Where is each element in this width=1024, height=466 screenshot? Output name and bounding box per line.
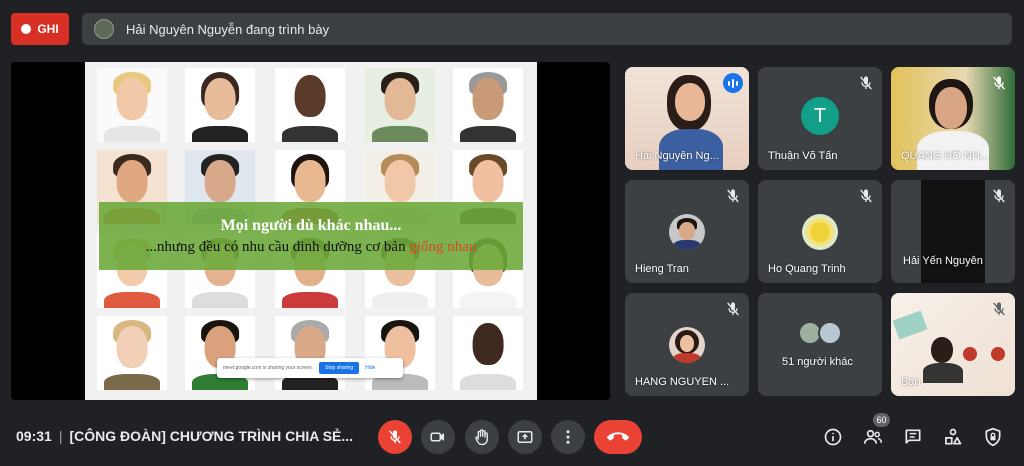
record-dot-icon — [21, 24, 32, 34]
chat-button[interactable] — [902, 426, 924, 448]
mic-off-icon — [993, 302, 1005, 316]
people-icon — [863, 429, 883, 444]
more-options-button[interactable] — [551, 420, 585, 454]
participant-name: Hải Yến Nguyễn — [903, 255, 983, 267]
participant-video-decor — [963, 347, 977, 361]
slide-caption-highlight: giống nhau — [409, 238, 477, 255]
participant-tile-hieng[interactable]: Hieng Tran — [625, 180, 749, 283]
record-label: GHI — [37, 22, 59, 36]
camera-toggle-button[interactable] — [421, 420, 455, 454]
slide-photo — [185, 68, 255, 142]
meeting-time: 09:31 — [16, 428, 52, 444]
participant-tile-thuan[interactable]: T Thuận Võ Tấn — [758, 67, 882, 170]
slide-caption-line2: ...nhưng đều có nhu cầu dinh dưỡng cơ bả… — [146, 239, 477, 256]
participant-video — [921, 180, 985, 283]
slide-photo — [453, 316, 523, 390]
participant-name: QUANG HỒ NH... — [901, 150, 990, 162]
mic-off-icon — [727, 302, 739, 316]
slide-photo — [275, 68, 345, 142]
participant-tile-others[interactable]: 51 người khác — [758, 293, 882, 396]
host-controls-icon — [985, 427, 1001, 447]
participant-video-face — [935, 87, 967, 129]
activities-icon — [945, 428, 962, 445]
participant-video-face — [931, 337, 953, 363]
participant-tile-hai-yen[interactable]: Hải Yến Nguyễn — [891, 180, 1015, 283]
mic-off-icon — [727, 189, 739, 203]
participant-tile-hai-nguyen[interactable]: Hải Nguyên Ng... — [625, 67, 749, 170]
others-avatar — [818, 321, 842, 345]
participant-avatar — [669, 327, 705, 363]
hangup-icon — [607, 432, 629, 441]
participant-video-decor — [991, 347, 1005, 361]
host-controls-button[interactable] — [982, 426, 1004, 448]
activities-button[interactable] — [942, 426, 964, 448]
slide-photo — [97, 316, 167, 390]
participant-name: HANG NGUYEN ... — [635, 376, 730, 388]
participant-avatar — [669, 214, 705, 250]
hide-notice-button[interactable]: Hide — [365, 365, 375, 371]
meeting-info-separator: | — [58, 428, 63, 444]
present-screen-button[interactable] — [508, 420, 542, 454]
camera-icon — [430, 432, 444, 442]
participant-name: Hải Nguyên Ng... — [635, 150, 719, 162]
slide-caption-line2-text: ...nhưng đều có nhu cầu dinh dưỡng cơ bả… — [145, 238, 410, 255]
slide-photo — [275, 316, 345, 390]
people-button[interactable] — [862, 426, 884, 448]
mic-off-icon — [993, 76, 1005, 90]
presenter-avatar — [94, 19, 114, 39]
flower-avatar-icon — [802, 214, 838, 250]
mic-toggle-button[interactable] — [378, 420, 412, 454]
speaking-indicator-icon — [723, 73, 743, 93]
info-icon — [824, 428, 842, 446]
slide-photo — [185, 316, 255, 390]
participant-name: Hieng Tran — [635, 263, 689, 275]
meeting-info: 09:31 | [CÔNG ĐOÀN] CHƯƠNG TRÌNH CHIA SẺ..… — [16, 428, 353, 444]
participant-video-body — [923, 363, 963, 383]
leave-call-button[interactable] — [594, 420, 642, 454]
participant-name: Thuận Võ Tấn — [768, 150, 838, 162]
slide-caption-banner: Mọi người dù khác nhau... ...nhưng đều c… — [99, 202, 523, 270]
slide-photo — [97, 68, 167, 142]
presenting-text: Hải Nguyên Nguyễn đang trình bày — [126, 21, 330, 37]
meeting-title: [CÔNG ĐOÀN] CHƯƠNG TRÌNH CHIA SẺ... — [69, 428, 354, 444]
present-screen-icon — [517, 431, 533, 443]
people-count-badge: 60 — [873, 413, 890, 427]
mic-off-icon — [993, 189, 1005, 203]
share-notice-text: meet.google.com is sharing your screen. — [223, 365, 314, 371]
slide-photo — [453, 68, 523, 142]
screen-share-notice: meet.google.com is sharing your screen. … — [217, 358, 403, 378]
participant-video-face — [675, 83, 705, 121]
participant-name: Ho Quang Trinh — [768, 263, 846, 275]
mic-off-icon — [860, 76, 872, 90]
presentation-stage[interactable]: Mọi người dù khác nhau... ...nhưng đều c… — [11, 62, 610, 400]
participant-tile-you[interactable]: Bạn — [891, 293, 1015, 396]
chat-icon — [905, 429, 921, 444]
participant-tile-ho-quang-trinh[interactable]: Ho Quang Trinh — [758, 180, 882, 283]
raise-hand-button[interactable] — [465, 420, 499, 454]
mic-off-icon — [860, 189, 872, 203]
participant-avatar: T — [801, 97, 839, 135]
raise-hand-icon — [475, 429, 488, 446]
more-vert-icon — [566, 430, 570, 444]
slide-photo — [365, 68, 435, 142]
presenting-bar: Hải Nguyên Nguyễn đang trình bày — [82, 13, 1012, 45]
slide-caption-line1: Mọi người dù khác nhau... — [220, 216, 402, 234]
slide-photo — [365, 316, 435, 390]
recording-badge[interactable]: GHI — [11, 13, 69, 45]
participant-name: 51 người khác — [782, 356, 853, 368]
participant-name: Bạn — [901, 376, 921, 388]
mic-off-icon — [389, 430, 401, 444]
stop-sharing-button[interactable]: Stop sharing — [319, 362, 360, 374]
meeting-details-button[interactable] — [822, 426, 844, 448]
participant-tile-quang[interactable]: QUANG HỒ NH... — [891, 67, 1015, 170]
shared-slide: Mọi người dù khác nhau... ...nhưng đều c… — [85, 62, 537, 400]
participant-tile-hang-nguyen[interactable]: HANG NGUYEN ... — [625, 293, 749, 396]
